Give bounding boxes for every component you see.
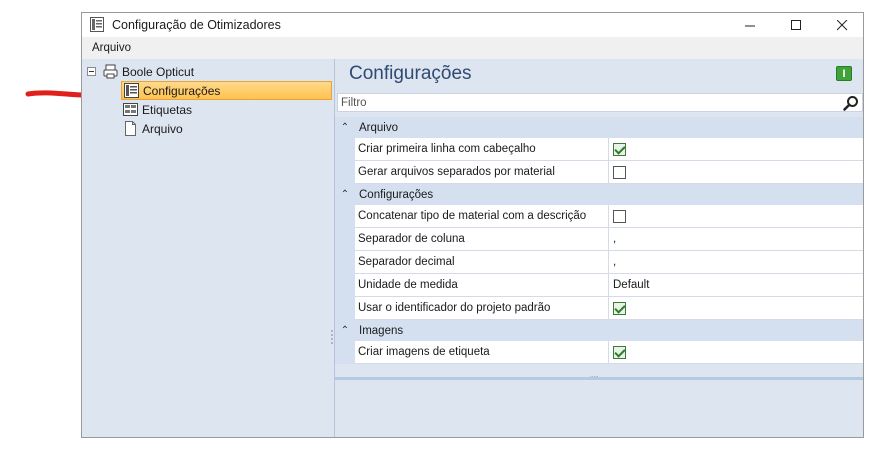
property-row: Criar imagens de etiqueta [335,341,863,364]
category-label: Configurações [359,188,434,201]
property-value [609,205,863,228]
splitter-grip[interactable]: ˙˙˙˙˙ [590,375,599,384]
minimize-icon [744,25,755,26]
menu-bar: Arquivo [82,37,863,59]
description-splitter[interactable] [335,377,863,380]
property-row: Gerar arquivos separados por material [335,161,863,184]
property-name[interactable]: Usar o identificador do projeto padrão [355,297,609,320]
property-name[interactable]: Gerar arquivos separados por material [355,161,609,184]
settings-pane: Configurações I ⌃ Arquivo Criar primeira… [335,59,863,437]
info-button[interactable]: I [836,66,852,81]
chevron-up-icon[interactable]: ⌃ [335,325,355,336]
tree-root-label: Boole Opticut [122,64,195,79]
tree-item-etiquetas[interactable]: Etiquetas [123,100,323,119]
tree-item-label: Arquivo [142,121,183,136]
property-name[interactable]: Criar primeira linha com cabeçalho [355,138,609,161]
collapse-icon[interactable] [87,67,96,76]
filter-input[interactable] [341,95,831,110]
tree-item-label: Configurações [143,83,221,98]
category-configuracoes[interactable]: ⌃ Configurações [335,184,863,205]
tree-item-arquivo[interactable]: Arquivo [123,119,323,138]
property-value [609,161,863,184]
tree-pane: Boole Opticut Configurações Etiquetas Ar… [82,59,334,437]
property-row: Separador de coluna , [335,228,863,251]
close-button[interactable] [819,13,865,37]
chevron-up-icon[interactable]: ⌃ [335,122,355,133]
maximize-button[interactable] [773,13,819,37]
property-grid: ⌃ Arquivo Criar primeira linha com cabeç… [335,117,863,364]
separador-coluna-value[interactable]: , [609,228,863,251]
panel-title: Configurações [349,63,472,84]
property-value [609,138,863,161]
labels-icon [123,103,138,116]
category-label: Arquivo [359,121,398,134]
property-row: Unidade de medida Default [335,274,863,297]
title-bar[interactable]: Configuração de Otimizadores [82,13,863,37]
property-name[interactable]: Criar imagens de etiqueta [355,341,609,364]
separador-decimal-value[interactable]: , [609,251,863,274]
property-value [609,341,863,364]
checkbox-criar-imagens-etiqueta[interactable] [613,345,626,359]
unidade-medida-value[interactable]: Default [609,274,863,297]
maximize-icon [790,19,801,30]
category-label: Imagens [359,324,404,337]
property-name[interactable]: Separador decimal [355,251,609,274]
description-area: ˙˙˙˙˙ [335,375,863,437]
tree-item-label: Etiquetas [142,102,193,117]
app-icon [90,17,104,32]
checkbox-concatenar-tipo-material[interactable] [613,209,626,223]
property-value [609,297,863,320]
checkbox-gerar-arquivos-separados[interactable] [613,165,626,179]
property-name[interactable]: Separador de coluna [355,228,609,251]
property-row: Usar o identificador do projeto padrão [335,297,863,320]
property-row: Concatenar tipo de material com a descri… [335,205,863,228]
property-name[interactable]: Concatenar tipo de material com a descri… [355,205,609,228]
property-row: Separador decimal , [335,251,863,274]
menu-arquivo[interactable]: Arquivo [92,42,131,54]
checkbox-usar-identificador-projeto[interactable] [613,301,626,315]
app-window: Configuração de Otimizadores Arquivo Boo… [81,12,864,438]
category-arquivo[interactable]: ⌃ Arquivo [335,117,863,138]
property-name[interactable]: Unidade de medida [355,274,609,297]
property-row: Criar primeira linha com cabeçalho [335,138,863,161]
filter-box [337,93,863,112]
tree-item-configuracoes[interactable]: Configurações [121,81,332,100]
close-icon [836,19,847,30]
search-icon[interactable] [843,95,859,111]
category-imagens[interactable]: ⌃ Imagens [335,320,863,341]
config-icon [124,83,139,98]
printer-icon [103,64,118,79]
window-title: Configuração de Otimizadores [112,18,281,32]
minimize-button[interactable] [727,13,773,37]
chevron-up-icon[interactable]: ⌃ [335,189,355,200]
file-icon [125,121,136,136]
checkbox-criar-primeira-linha[interactable] [613,142,626,156]
tree-root-boole-opticut[interactable]: Boole Opticut [82,62,332,81]
